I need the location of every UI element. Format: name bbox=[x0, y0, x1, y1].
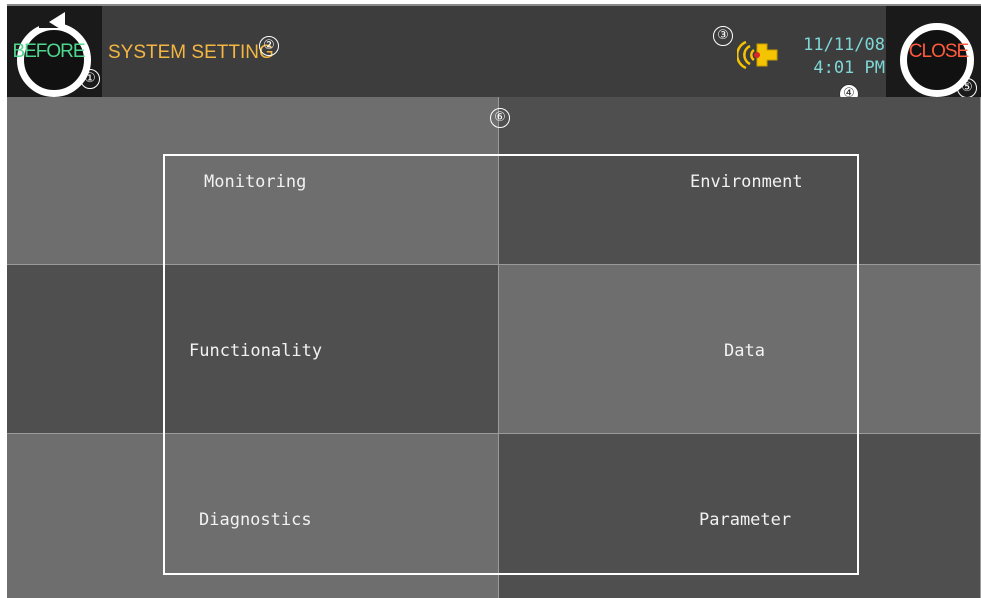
callout-1: ① bbox=[80, 69, 100, 89]
before-button[interactable]: BEFORE ① bbox=[7, 6, 102, 97]
before-button-label: BEFORE bbox=[12, 41, 85, 62]
datetime-display: 11/11/08 4:01 PM bbox=[799, 34, 885, 80]
time-text: 4:01 PM bbox=[813, 58, 885, 78]
callout-5: ⑤ bbox=[957, 78, 977, 98]
callout-6: ⑥ bbox=[490, 108, 510, 128]
callout-3: ③ bbox=[713, 26, 733, 46]
menu-label-monitoring[interactable]: Monitoring bbox=[204, 172, 306, 192]
callout-2: ② bbox=[259, 36, 279, 56]
arrow-left-icon bbox=[49, 12, 65, 32]
menu-label-environment[interactable]: Environment bbox=[690, 172, 803, 192]
menu-grid: ⑥ Monitoring Environment Functionality D… bbox=[7, 97, 981, 598]
close-button-label: CLOSE bbox=[908, 41, 969, 62]
close-button[interactable]: CLOSE ⑤ bbox=[886, 6, 981, 98]
page-title: SYSTEM SETTING bbox=[108, 42, 274, 63]
header-bar: BEFORE ① SYSTEM SETTING ② ③ 11/11/08 4:0… bbox=[7, 6, 981, 104]
date-text: 11/11/08 bbox=[803, 35, 885, 55]
menu-label-functionality[interactable]: Functionality bbox=[189, 341, 322, 361]
menu-label-data[interactable]: Data bbox=[724, 341, 765, 361]
menu-label-parameter[interactable]: Parameter bbox=[699, 510, 791, 530]
menu-label-diagnostics[interactable]: Diagnostics bbox=[199, 510, 312, 530]
alarm-bell-icon[interactable] bbox=[737, 38, 781, 72]
hmi-screen: BEFORE ① SYSTEM SETTING ② ③ 11/11/08 4:0… bbox=[7, 4, 981, 598]
